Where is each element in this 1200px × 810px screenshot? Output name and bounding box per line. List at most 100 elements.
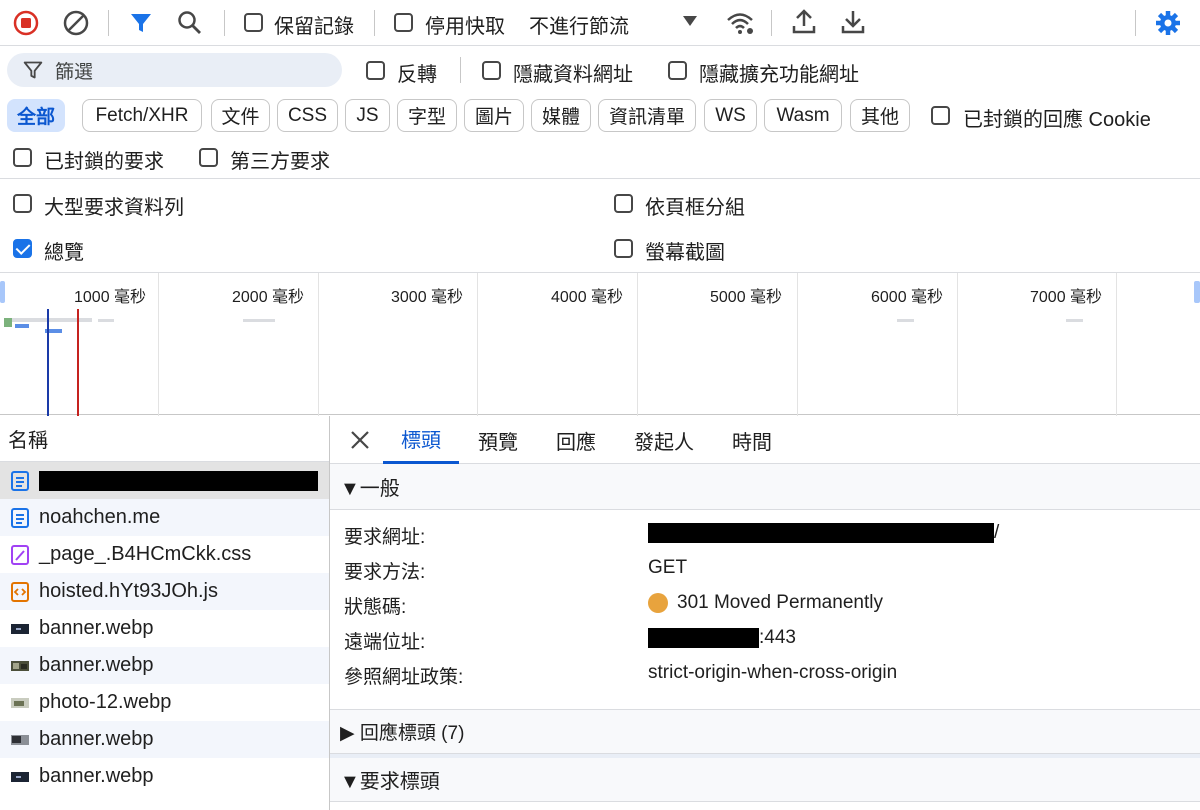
name-column-header[interactable]: 名稱 bbox=[0, 416, 329, 462]
preserve-log-checkbox[interactable] bbox=[244, 13, 263, 32]
toolbar-divider bbox=[1135, 10, 1136, 36]
request-row[interactable]: banner.webp bbox=[0, 610, 329, 647]
response-headers-section-header[interactable]: ▶ 回應標頭 (7) bbox=[330, 710, 1200, 754]
redacted-request-name bbox=[39, 470, 318, 491]
request-name: banner.webp bbox=[39, 654, 154, 676]
disable-cache-label: 停用快取 bbox=[425, 16, 505, 38]
referrer-policy-value: strict-origin-when-cross-origin bbox=[648, 662, 898, 683]
chip-wasm[interactable]: Wasm bbox=[764, 99, 842, 132]
request-row[interactable]: photo-12.webp bbox=[0, 684, 329, 721]
dropdown-arrow-icon[interactable] bbox=[683, 16, 697, 26]
toolbar-divider bbox=[374, 10, 375, 36]
image-thumbnail-icon bbox=[10, 693, 30, 713]
capture-screenshots-label: 螢幕截圖 bbox=[645, 242, 725, 264]
toolbar-divider bbox=[771, 10, 772, 36]
hide-extension-urls-label: 隱藏擴充功能網址 bbox=[699, 64, 859, 86]
request-url-suffix: / bbox=[994, 522, 1000, 543]
request-row[interactable]: banner.webp bbox=[0, 721, 329, 758]
network-conditions-icon[interactable] bbox=[725, 10, 755, 36]
load-event-marker bbox=[77, 309, 79, 416]
dom-content-loaded-marker bbox=[47, 309, 49, 416]
group-by-frame-checkbox[interactable] bbox=[614, 194, 633, 213]
invert-label: 反轉 bbox=[397, 64, 437, 86]
chip-manifest[interactable]: 資訊清單 bbox=[598, 99, 696, 132]
export-har-icon[interactable] bbox=[841, 9, 865, 35]
overview-right-handle[interactable] bbox=[1194, 281, 1200, 303]
blocked-cookies-label: 已封鎖的回應 Cookie bbox=[963, 109, 1151, 131]
chip-media[interactable]: 媒體 bbox=[531, 99, 591, 132]
status-code-value: 301 Moved Permanently bbox=[648, 592, 883, 614]
third-party-checkbox[interactable] bbox=[199, 148, 218, 167]
capture-screenshots-checkbox[interactable] bbox=[614, 239, 633, 258]
request-row[interactable] bbox=[0, 462, 329, 499]
referrer-policy-label: 參照網址政策: bbox=[344, 667, 464, 688]
request-row[interactable]: noahchen.me bbox=[0, 499, 329, 536]
chip-image[interactable]: 圖片 bbox=[464, 99, 524, 132]
script-file-icon bbox=[10, 581, 30, 602]
tab-headers[interactable]: 標頭 bbox=[383, 416, 459, 464]
blocked-requests-label: 已封鎖的要求 bbox=[44, 151, 164, 173]
import-har-icon[interactable] bbox=[792, 9, 816, 35]
request-url-value: / bbox=[648, 522, 999, 544]
css-file-icon bbox=[10, 544, 30, 565]
big-request-rows-checkbox[interactable] bbox=[13, 194, 32, 213]
chip-document[interactable]: 文件 bbox=[211, 99, 270, 132]
request-name: photo-12.webp bbox=[39, 691, 172, 713]
overview-tick-line bbox=[797, 273, 798, 416]
image-thumbnail-icon bbox=[10, 767, 30, 787]
disable-cache-checkbox[interactable] bbox=[394, 13, 413, 32]
stop-recording-icon[interactable] bbox=[13, 10, 39, 36]
filter-row: 篩選 反轉 隱藏資料網址 隱藏擴充功能網址 bbox=[0, 47, 1200, 93]
chip-other[interactable]: 其他 bbox=[850, 99, 910, 132]
chip-ws[interactable]: WS bbox=[704, 99, 757, 132]
tab-initiator[interactable]: 發起人 bbox=[634, 416, 694, 464]
show-overview-checkbox[interactable] bbox=[13, 239, 32, 258]
request-row[interactable]: _page_.B4HCmCkk.css bbox=[0, 536, 329, 573]
group-by-frame-label: 依頁框分組 bbox=[645, 197, 745, 219]
filter-divider bbox=[460, 57, 461, 83]
image-thumbnail-icon bbox=[10, 619, 30, 639]
overview-tick-line bbox=[637, 273, 638, 416]
request-headers-section-header[interactable]: ▼要求標頭 bbox=[330, 758, 1200, 802]
request-row[interactable]: hoisted.hYt93JOh.js bbox=[0, 573, 329, 610]
chip-font[interactable]: 字型 bbox=[397, 99, 457, 132]
hide-extension-urls-checkbox[interactable] bbox=[668, 61, 687, 80]
invert-checkbox[interactable] bbox=[366, 61, 385, 80]
chip-all[interactable]: 全部 bbox=[7, 99, 65, 132]
request-name: banner.webp bbox=[39, 728, 154, 750]
overview-activity-bar bbox=[15, 324, 29, 328]
tab-timing[interactable]: 時間 bbox=[732, 416, 772, 464]
clear-icon[interactable] bbox=[63, 10, 89, 36]
settings-options-row: 總覽 螢幕截圖 bbox=[0, 227, 1200, 273]
blocked-cookies-checkbox[interactable] bbox=[931, 106, 950, 125]
general-section-header[interactable]: ▼一般 bbox=[330, 464, 1200, 510]
image-thumbnail-icon bbox=[10, 730, 30, 750]
tab-preview[interactable]: 預覽 bbox=[478, 416, 518, 464]
close-icon[interactable] bbox=[350, 430, 370, 450]
filter-funnel-icon[interactable] bbox=[129, 11, 153, 35]
request-name: banner.webp bbox=[39, 617, 154, 639]
throttling-select[interactable]: 不進行節流 bbox=[529, 10, 629, 39]
request-row[interactable]: banner.webp bbox=[0, 647, 329, 684]
blocked-requests-row: 已封鎖的要求 第三方要求 bbox=[0, 137, 1200, 179]
search-icon[interactable] bbox=[177, 10, 203, 36]
overview-left-handle[interactable] bbox=[0, 281, 5, 303]
hide-data-urls-checkbox[interactable] bbox=[482, 61, 501, 80]
chip-js[interactable]: JS bbox=[345, 99, 390, 132]
request-row[interactable]: banner.webp bbox=[0, 758, 329, 795]
overview-activity-bar bbox=[897, 319, 914, 322]
toolbar-divider bbox=[224, 10, 225, 36]
overview-activity-bar bbox=[12, 318, 92, 322]
tab-response[interactable]: 回應 bbox=[556, 416, 596, 464]
filter-input[interactable]: 篩選 bbox=[7, 53, 342, 87]
chip-fetch-xhr[interactable]: Fetch/XHR bbox=[82, 99, 202, 132]
request-name: banner.webp bbox=[39, 765, 154, 787]
request-details-panel: 標頭 預覽 回應 發起人 時間 ▼一般 要求網址: / 要求方法: GET 狀態… bbox=[330, 416, 1200, 810]
blocked-requests-checkbox[interactable] bbox=[13, 148, 32, 167]
details-tab-bar: 標頭 預覽 回應 發起人 時間 bbox=[330, 416, 1200, 464]
chip-css[interactable]: CSS bbox=[277, 99, 338, 132]
overview-activity-bar bbox=[243, 319, 275, 322]
settings-gear-icon[interactable] bbox=[1155, 10, 1181, 36]
network-overview-timeline[interactable]: 1000 毫秒 2000 毫秒 3000 毫秒 4000 毫秒 5000 毫秒 … bbox=[0, 272, 1200, 416]
request-method-value: GET bbox=[648, 557, 688, 578]
